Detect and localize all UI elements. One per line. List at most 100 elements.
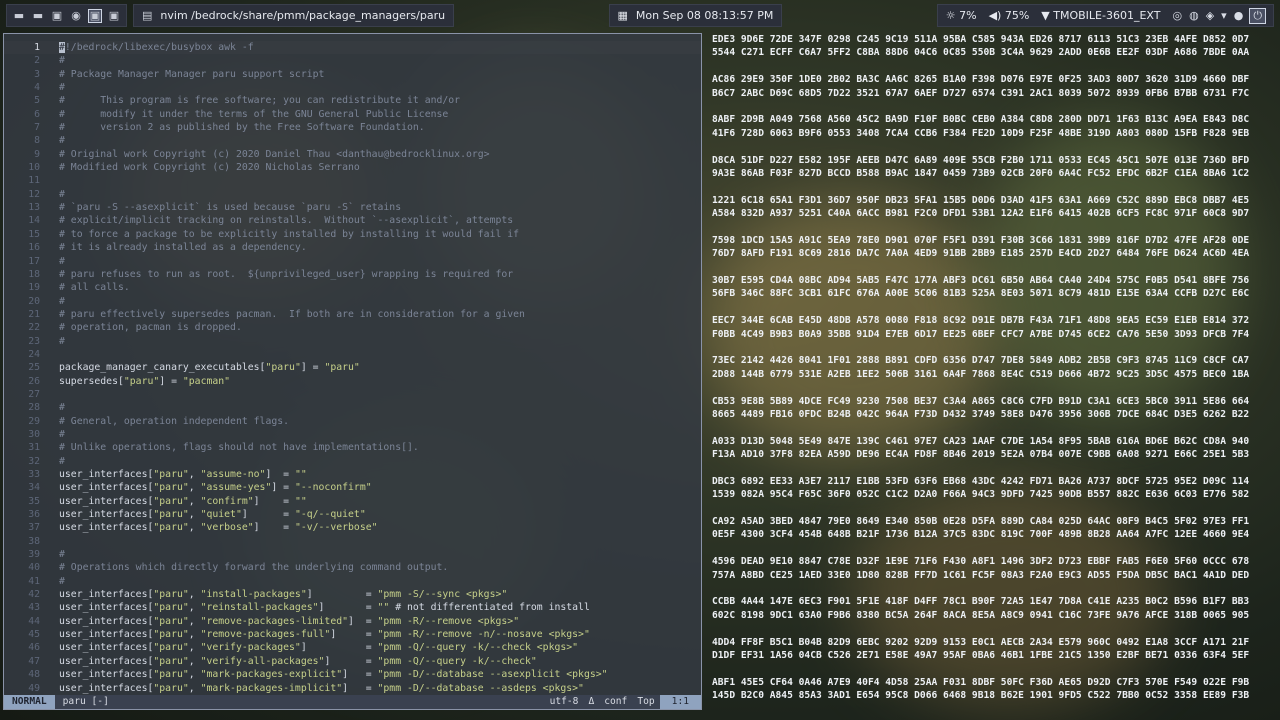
hex-output-pane[interactable]: EDE3 9D6E 72DE 347F 0298 C245 9C19 511A …: [705, 33, 1280, 710]
code-line[interactable]: 25 package_manager_canary_executables["pa…: [4, 361, 701, 374]
browser-icon[interactable]: ◉: [70, 9, 82, 22]
code-line[interactable]: 39 #: [4, 548, 701, 561]
line-text: # version 2 as published by the Free Sof…: [59, 122, 425, 134]
hex-line: 757A A8BD CE25 1AED 33E0 1D80 828B FF7D …: [712, 569, 1250, 581]
line-text: user_interfaces["paru", "quiet"] = "-q/-…: [59, 509, 366, 521]
folder-icon[interactable]: ▬: [32, 9, 44, 22]
code-line[interactable]: 18 # paru refuses to run as root. ${unpri…: [4, 268, 701, 281]
hex-line: 4DD4 FF8F B5C1 B04B 82D9 6EBC 9202 92D9 …: [712, 636, 1250, 648]
code-line[interactable]: 22 # operation, pacman is dropped.: [4, 321, 701, 334]
code-line[interactable]: 10 # Modified work Copyright (c) 2020 Nic…: [4, 161, 701, 174]
clock-segment[interactable]: ▦ Mon Sep 08 08:13:57 PM: [608, 4, 783, 27]
line-number: 48: [28, 669, 40, 681]
line-number: 31: [28, 442, 40, 454]
notification-icon[interactable]: ▾: [1221, 9, 1227, 23]
line-number: 14: [28, 215, 40, 227]
power-icon[interactable]: ⏻: [1249, 7, 1266, 24]
code-line[interactable]: 6 # modify it under the terms of the GNU …: [4, 108, 701, 121]
code-line[interactable]: 37 user_interfaces["paru", "verbose"] = "…: [4, 521, 701, 534]
code-line[interactable]: 46 user_interfaces["paru", "verify-packag…: [4, 641, 701, 654]
hex-line: B6C7 2ABC D69C 68D5 7D22 3521 67A7 6AEF …: [712, 87, 1250, 99]
workspace-switcher: ▬ ▬ ▣ ◉ ▣ ▣: [6, 4, 127, 27]
code-line[interactable]: 19 # all calls.: [4, 281, 701, 294]
line-text: user_interfaces["paru", "verify-packages…: [59, 642, 579, 654]
line-number: 37: [28, 522, 40, 534]
folder-icon[interactable]: ▬: [13, 9, 25, 22]
hex-line: 7598 1DCD 15A5 A91C 5EA9 78E0 D901 070F …: [712, 234, 1250, 246]
code-line[interactable]: 35 user_interfaces["paru", "confirm"] = "…: [4, 495, 701, 508]
code-line[interactable]: 45 user_interfaces["paru", "remove-packag…: [4, 628, 701, 641]
code-line[interactable]: 30 #: [4, 428, 701, 441]
code-line[interactable]: 4 #: [4, 81, 701, 94]
code-line[interactable]: 3 # Package Manager Manager paru support …: [4, 68, 701, 81]
terminal-icon[interactable]: ▣: [88, 8, 102, 23]
hex-line: [705, 582, 1280, 595]
code-line[interactable]: 2 #: [4, 54, 701, 67]
brightness-widget[interactable]: ☼ 7%: [946, 9, 977, 22]
code-line[interactable]: 8 #: [4, 134, 701, 147]
line-number: 20: [28, 295, 40, 307]
code-line[interactable]: 33 user_interfaces["paru", "assume-no"] =…: [4, 468, 701, 481]
code-line[interactable]: 23 #: [4, 335, 701, 348]
code-line[interactable]: 12 #: [4, 188, 701, 201]
code-line[interactable]: 1 #!/bedrock/libexec/busybox awk -f: [4, 41, 701, 54]
code-line[interactable]: 32 #: [4, 455, 701, 468]
code-line[interactable]: 41 #: [4, 575, 701, 588]
terminal-icon[interactable]: ▣: [108, 9, 120, 22]
line-number: 5: [34, 95, 40, 107]
terminal-icon[interactable]: ▣: [51, 9, 63, 22]
code-line[interactable]: 27: [4, 388, 701, 401]
code-line[interactable]: 34 user_interfaces["paru", "assume-yes"] …: [4, 481, 701, 494]
hex-line: 30B7 E595 CD4A 08BC AD94 5AB5 F47C 177A …: [712, 275, 1250, 287]
line-number: 25: [28, 362, 40, 374]
line-text: user_interfaces["paru", "confirm"] = "": [59, 495, 307, 507]
discord-icon[interactable]: ◎: [1172, 9, 1182, 23]
line-text: # operation, pacman is dropped.: [59, 322, 242, 334]
code-line[interactable]: 17 #: [4, 255, 701, 268]
code-line[interactable]: 9 # Original work Copyright (c) 2020 Dani…: [4, 148, 701, 161]
line-number: 46: [28, 642, 40, 654]
hex-line: [705, 60, 1280, 73]
network-icon[interactable]: ◈: [1206, 9, 1214, 23]
code-line[interactable]: 31 # Unlike operations, flags should not …: [4, 441, 701, 454]
code-line[interactable]: 28 #: [4, 401, 701, 414]
code-line[interactable]: 16 # it is already installed as a depende…: [4, 241, 701, 254]
line-text: #: [59, 402, 65, 414]
line-text: # explicit/implicit tracking on reinstal…: [59, 215, 514, 227]
line-number: 45: [28, 629, 40, 641]
github-icon[interactable]: ●: [1234, 9, 1244, 23]
code-line[interactable]: 49 user_interfaces["paru", "mark-packages…: [4, 682, 701, 695]
code-line[interactable]: 21 # paru effectively supersedes pacman. …: [4, 308, 701, 321]
line-number: 4: [34, 82, 40, 94]
code-line[interactable]: 29 # General, operation independent flags…: [4, 415, 701, 428]
code-line[interactable]: 26 supersedes["paru"] = "pacman": [4, 375, 701, 388]
code-line[interactable]: 40 # Operations which directly forward th…: [4, 561, 701, 574]
code-line[interactable]: 36 user_interfaces["paru", "quiet"] = "-q…: [4, 508, 701, 521]
line-text: #: [59, 335, 65, 347]
code-line[interactable]: 11: [4, 174, 701, 187]
code-buffer[interactable]: 1 #!/bedrock/libexec/busybox awk -f 2 #3 # P…: [4, 41, 701, 695]
line-text: #: [59, 575, 65, 587]
code-line[interactable]: 15 # to force a package to be explicitly …: [4, 228, 701, 241]
code-line[interactable]: 13 # `paru -S --asexplicit` is used becau…: [4, 201, 701, 214]
code-line[interactable]: 42 user_interfaces["paru", "install-packa…: [4, 588, 701, 601]
code-line[interactable]: 38: [4, 535, 701, 548]
code-line[interactable]: 5 # This program is free software; you ca…: [4, 94, 701, 107]
wifi-widget[interactable]: ▼ TMOBILE-3601_EXT: [1041, 9, 1160, 22]
code-line[interactable]: 43 user_interfaces["paru", "reinstall-pac…: [4, 601, 701, 614]
steam-icon[interactable]: ◍: [1189, 9, 1199, 23]
line-number: 38: [28, 535, 40, 547]
code-line[interactable]: 48 user_interfaces["paru", "mark-packages…: [4, 668, 701, 681]
status-encoding: utf-8: [549, 696, 579, 707]
brightness-icon: ☼: [945, 9, 956, 22]
code-line[interactable]: 7 # version 2 as published by the Free So…: [4, 121, 701, 134]
code-line[interactable]: 47 user_interfaces["paru", "verify-all-pa…: [4, 655, 701, 668]
code-line[interactable]: 14 # explicit/implicit tracking on reinst…: [4, 214, 701, 227]
line-text: #: [59, 135, 65, 147]
code-line[interactable]: 44 user_interfaces["paru", "remove-packag…: [4, 615, 701, 628]
volume-widget[interactable]: ◀) 75%: [989, 9, 1030, 22]
line-text: user_interfaces["paru", "remove-packages…: [59, 615, 520, 627]
code-line[interactable]: 24: [4, 348, 701, 361]
nvim-editor[interactable]: 1 #!/bedrock/libexec/busybox awk -f 2 #3 # P…: [3, 33, 702, 710]
code-line[interactable]: 20 #: [4, 295, 701, 308]
